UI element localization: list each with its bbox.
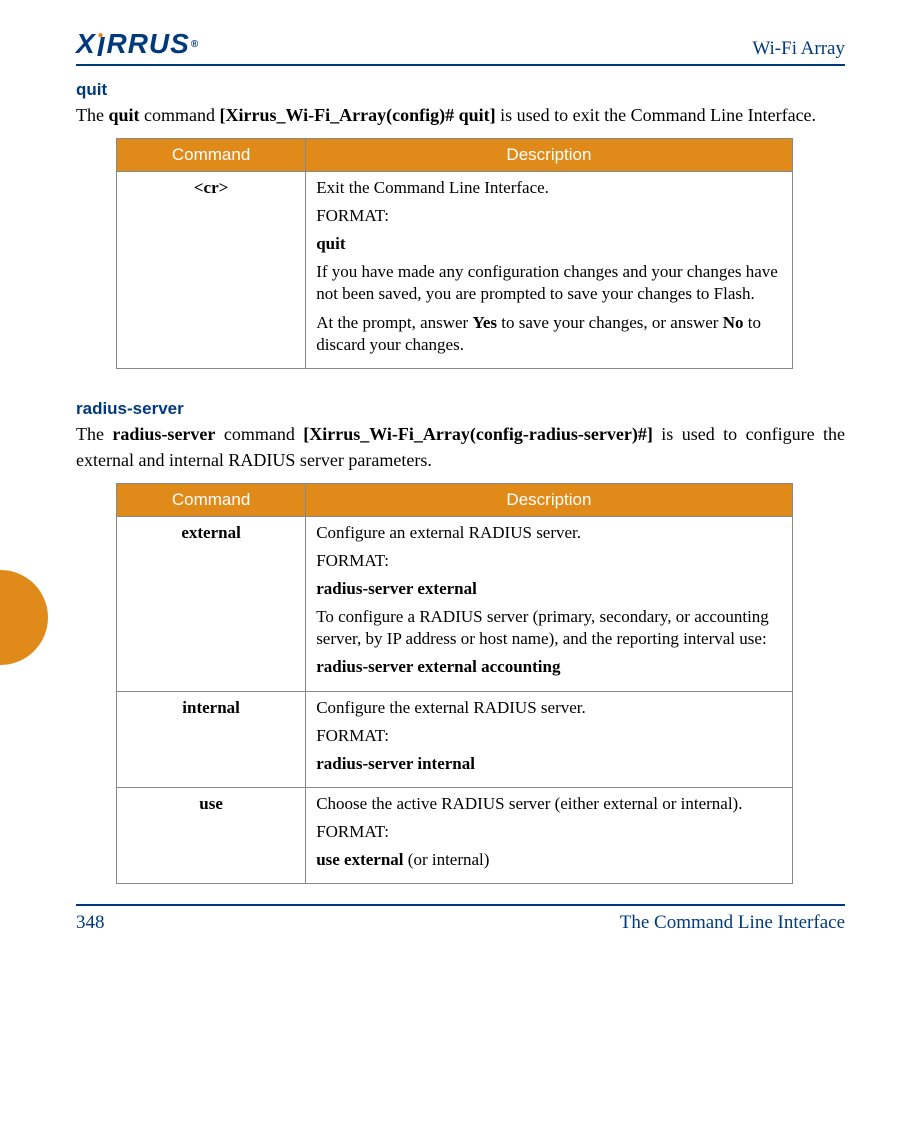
th-description: Description (306, 139, 793, 172)
page-number: 348 (76, 912, 105, 934)
desc-cell: Exit the Command Line Interface. FORMAT:… (306, 172, 793, 369)
section-tab (0, 570, 48, 665)
cmd-cell: internal (117, 691, 306, 787)
cmd-cell: external (117, 516, 306, 691)
section-intro-quit: The quit command [Xirrus_Wi-Fi_Array(con… (76, 102, 845, 128)
desc-cell: Configure the external RADIUS server. FO… (306, 691, 793, 787)
section-title-quit: quit (76, 80, 845, 100)
cmd-cell: use (117, 787, 306, 883)
section-intro-radius: The radius-server command [Xirrus_Wi-Fi_… (76, 421, 845, 473)
th-description: Description (306, 483, 793, 516)
product-name: Wi-Fi Array (752, 38, 845, 60)
table-quit: Command Description <cr> Exit the Comman… (116, 138, 793, 369)
table-radius: Command Description external Configure a… (116, 483, 793, 884)
table-row: use Choose the active RADIUS server (eit… (117, 787, 793, 883)
brand-logo: X●IRRUS® (76, 28, 199, 60)
desc-cell: Configure an external RADIUS server. FOR… (306, 516, 793, 691)
page-header: X●IRRUS® Wi-Fi Array (76, 28, 845, 66)
section-title-radius: radius-server (76, 399, 845, 419)
footer-section: The Command Line Interface (620, 912, 845, 934)
page-footer: 348 The Command Line Interface (76, 904, 845, 934)
table-row: <cr> Exit the Command Line Interface. FO… (117, 172, 793, 369)
cmd-cell: <cr> (117, 172, 306, 369)
table-row: external Configure an external RADIUS se… (117, 516, 793, 691)
th-command: Command (117, 483, 306, 516)
desc-cell: Choose the active RADIUS server (either … (306, 787, 793, 883)
th-command: Command (117, 139, 306, 172)
table-row: internal Configure the external RADIUS s… (117, 691, 793, 787)
